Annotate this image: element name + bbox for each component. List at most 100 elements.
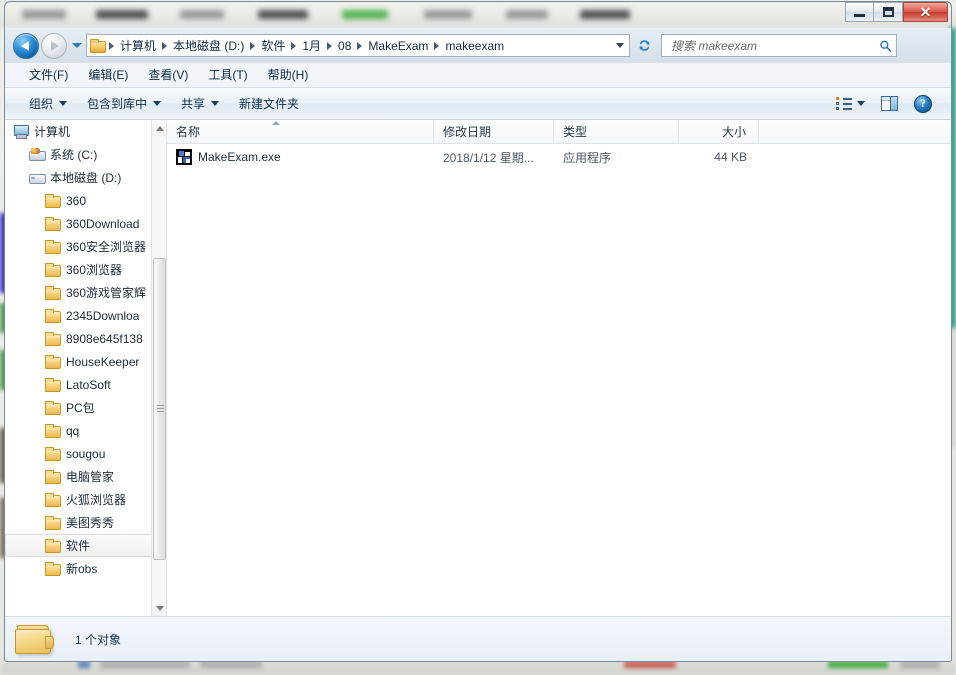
nav-item-8908e645f138[interactable]: 8908e645f138 — [5, 327, 153, 350]
help-button[interactable]: ? — [907, 90, 939, 118]
nav-item-360-browser[interactable]: 360浏览器 — [5, 258, 153, 281]
column-header-type[interactable]: 类型 — [554, 120, 679, 143]
breadcrumb-item-4[interactable]: 08 — [334, 37, 355, 55]
preview-pane-icon — [881, 96, 898, 111]
search-input[interactable] — [669, 37, 879, 54]
nav-item-label: 360安全浏览器 — [66, 240, 147, 254]
nav-item-computer[interactable]: 计算机 — [5, 120, 153, 143]
menu-view[interactable]: 查看(V) — [138, 63, 198, 86]
file-type-cell: 应用程序 — [563, 150, 612, 165]
menu-tools[interactable]: 工具(T) — [198, 63, 257, 86]
column-label: 大小 — [721, 125, 746, 139]
nav-item-new-obs[interactable]: 新obs — [5, 557, 153, 580]
column-label: 类型 — [563, 125, 588, 139]
file-size-cell: 44 KB — [714, 150, 747, 164]
folder-icon — [44, 239, 61, 254]
nav-item-label: 新obs — [66, 562, 98, 576]
refresh-button[interactable] — [633, 34, 655, 57]
menu-edit[interactable]: 编辑(E) — [78, 63, 138, 86]
arrow-left-icon — [21, 40, 29, 51]
nav-item-sougou[interactable]: sougou — [5, 442, 153, 465]
forward-button[interactable] — [41, 32, 67, 59]
breadcrumb-separator-icon — [109, 41, 114, 50]
close-button[interactable]: ✕ — [903, 2, 948, 22]
menu-file[interactable]: 文件(F) — [19, 63, 78, 86]
nav-item-360-game-manager[interactable]: 360游戏管家辉 — [5, 281, 153, 304]
nav-item-360download[interactable]: 360Download — [5, 212, 153, 235]
refresh-icon — [638, 40, 650, 51]
nav-item-label: 360 — [66, 193, 87, 208]
folder-icon — [44, 331, 61, 346]
recent-pages-chevron-down-icon[interactable] — [72, 43, 82, 48]
column-header-name[interactable]: 名称 — [167, 120, 434, 143]
search-box[interactable] — [661, 34, 897, 57]
breadcrumb-item-0[interactable]: 计算机 — [116, 35, 160, 56]
share-label: 共享 — [181, 97, 206, 111]
table-row[interactable]: MakeExam.exe 2018/1/12 星期... 应用程序 44 KB — [167, 144, 951, 170]
change-view-button[interactable] — [829, 92, 872, 116]
breadcrumb-separator-icon — [327, 41, 333, 50]
folder-icon — [44, 262, 61, 277]
file-rows: MakeExam.exe 2018/1/12 星期... 应用程序 44 KB — [167, 144, 951, 170]
nav-item-housekeeper[interactable]: HouseKeeper — [5, 350, 153, 373]
breadcrumb-separator-icon — [434, 41, 440, 50]
breadcrumb-separator-icon — [250, 41, 256, 50]
folder-icon — [44, 423, 61, 438]
nav-item-meitu[interactable]: 美图秀秀 — [5, 511, 153, 534]
folder-icon-large — [15, 622, 57, 657]
column-header-size[interactable]: 大小 — [679, 120, 759, 143]
column-header-date-modified[interactable]: 修改日期 — [434, 120, 554, 143]
navigation-scrollbar[interactable] — [151, 120, 166, 616]
organize-label: 组织 — [29, 97, 54, 111]
nav-item-system-c[interactable]: 系统 (C:) — [5, 143, 153, 166]
breadcrumb-item-6[interactable]: makeexam — [441, 37, 508, 55]
status-bar: 1 个对象 — [5, 616, 951, 661]
column-label: 名称 — [176, 125, 201, 139]
nav-item-360[interactable]: 360 — [5, 189, 153, 212]
preview-pane-button[interactable] — [874, 91, 905, 116]
maximize-restore-button[interactable] — [874, 2, 903, 22]
nav-item-latosoft[interactable]: LatoSoft — [5, 373, 153, 396]
toolbar-right-group: ? — [829, 90, 945, 118]
minimize-button[interactable] — [845, 2, 874, 22]
nav-item-label: 电脑管家 — [66, 470, 115, 484]
breadcrumb-item-2[interactable]: 软件 — [257, 35, 289, 56]
navigation-pane: 计算机 系统 (C:) 本地磁盘 (D:) 360 360Download 36… — [5, 120, 167, 616]
breadcrumb[interactable]: 计算机 本地磁盘 (D:) 软件 1月 08 MakeExam makeexam — [86, 34, 630, 57]
sort-ascending-icon — [272, 121, 280, 125]
breadcrumb-item-5[interactable]: MakeExam — [364, 37, 432, 55]
breadcrumb-separator-icon — [291, 41, 297, 50]
file-modified-cell: 2018/1/12 星期... — [443, 150, 534, 165]
folder-icon — [44, 308, 61, 323]
nav-item-computer-manager[interactable]: 电脑管家 — [5, 465, 153, 488]
nav-item-label: 8908e645f138 — [66, 331, 143, 346]
new-folder-button[interactable]: 新建文件夹 — [229, 90, 309, 117]
scrollbar-thumb[interactable] — [153, 258, 166, 560]
scroll-up-button[interactable] — [152, 120, 166, 136]
folder-icon — [44, 400, 61, 415]
breadcrumb-chevron-down-icon[interactable] — [616, 43, 624, 48]
column-headers: 名称 修改日期 类型 大小 — [167, 120, 951, 144]
nav-item-label: sougou — [66, 446, 106, 461]
nav-item-local-disk-d[interactable]: 本地磁盘 (D:) — [5, 166, 153, 189]
include-in-library-button[interactable]: 包含到库中 — [77, 90, 171, 117]
drive-icon — [28, 170, 46, 185]
back-button[interactable] — [13, 32, 39, 59]
folder-icon — [44, 515, 61, 530]
nav-item-software[interactable]: 软件 — [5, 534, 153, 557]
folder-icon — [44, 354, 61, 369]
breadcrumb-item-3[interactable]: 1月 — [298, 35, 325, 56]
nav-item-2345download[interactable]: 2345Downloa — [5, 304, 153, 327]
breadcrumb-item-1[interactable]: 本地磁盘 (D:) — [169, 35, 248, 56]
share-button[interactable]: 共享 — [171, 90, 229, 117]
nav-item-firefox[interactable]: 火狐浏览器 — [5, 488, 153, 511]
nav-item-qq[interactable]: qq — [5, 419, 153, 442]
breadcrumb-separator-icon — [357, 41, 363, 50]
menu-help[interactable]: 帮助(H) — [258, 63, 319, 86]
application-exe-icon — [176, 149, 192, 165]
nav-item-360-safe-browser[interactable]: 360安全浏览器 — [5, 235, 153, 258]
folder-icon — [44, 469, 61, 484]
nav-item-pc-package[interactable]: PC包 — [5, 396, 153, 419]
organize-button[interactable]: 组织 — [19, 90, 77, 117]
scroll-down-button[interactable] — [152, 600, 166, 616]
